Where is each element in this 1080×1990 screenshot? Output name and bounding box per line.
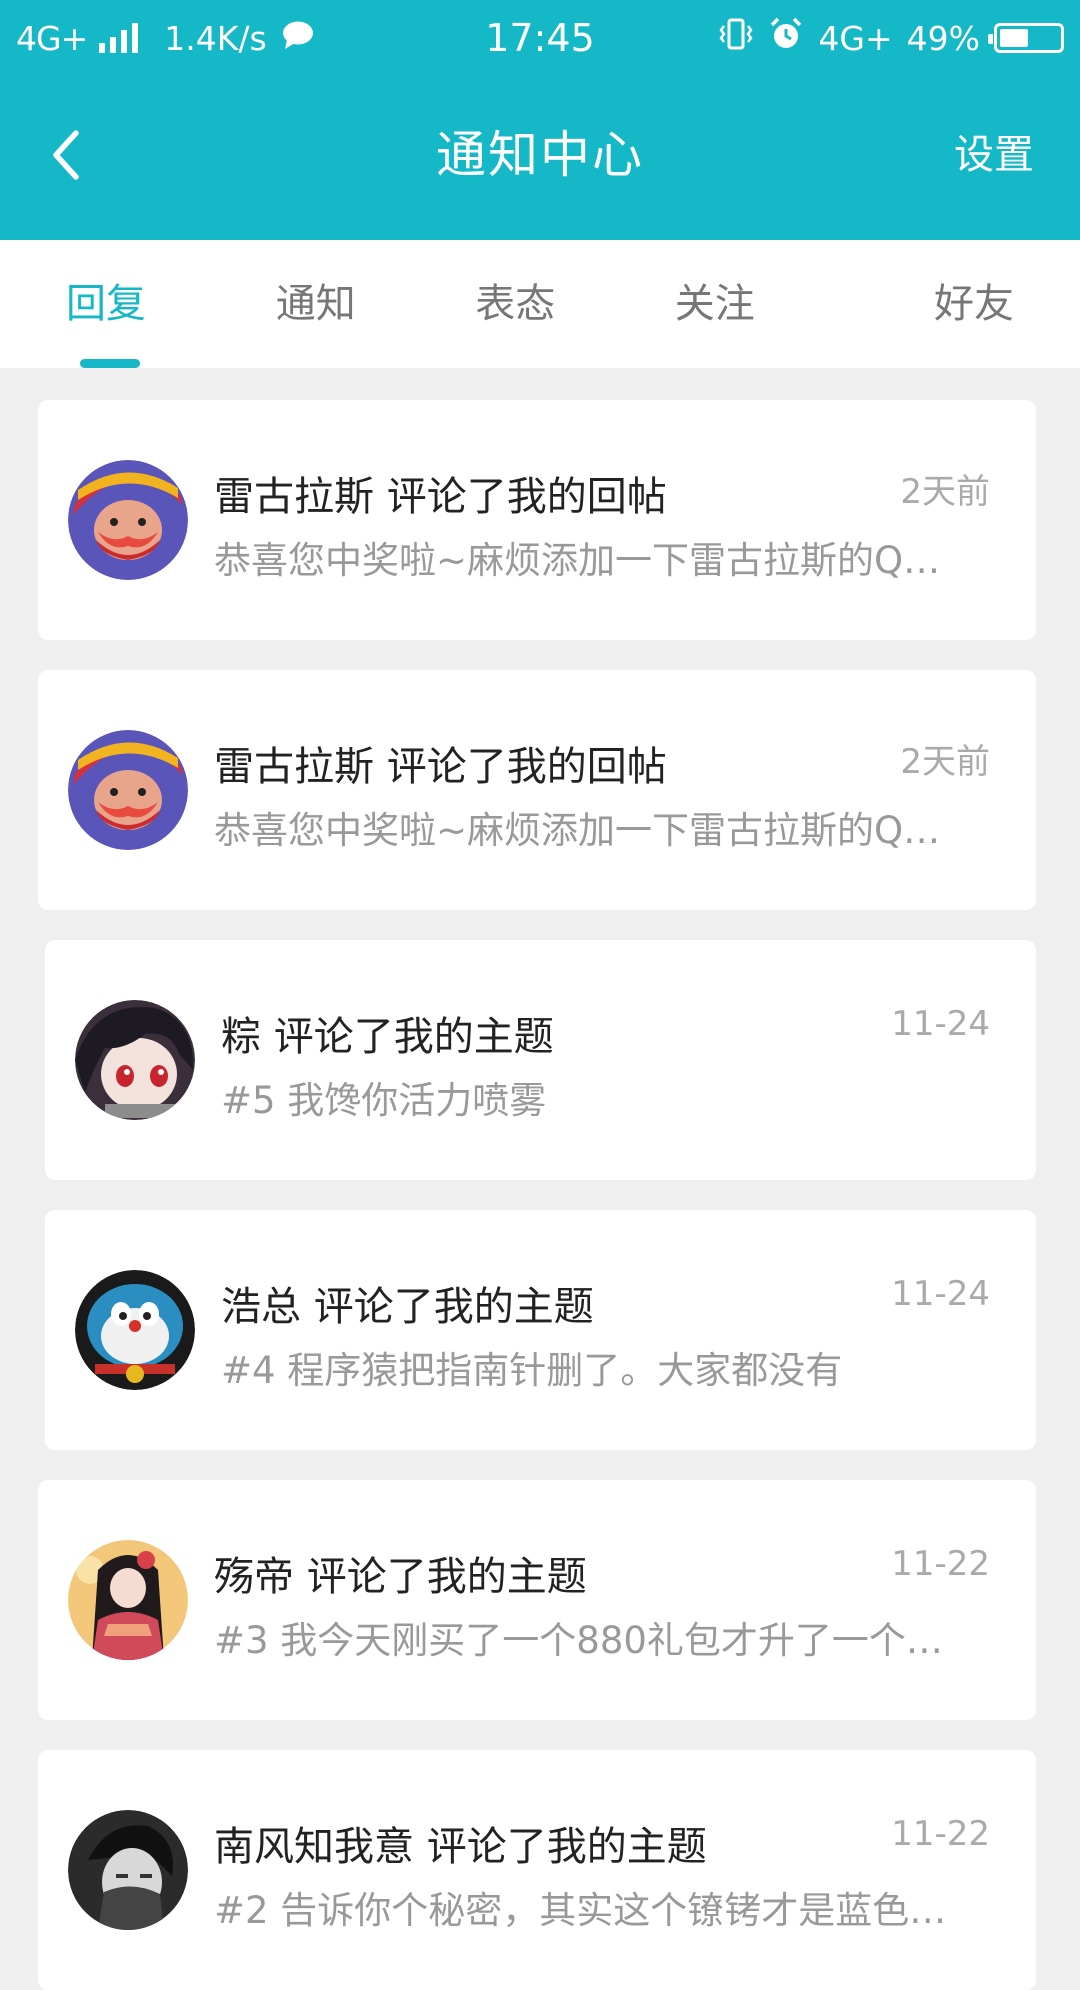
back-button[interactable]: [36, 120, 96, 190]
settings-button[interactable]: 设置: [954, 90, 1034, 220]
notification-preview: 恭喜您中奖啦~麻烦添加一下雷古拉斯的Q…: [214, 530, 1004, 584]
notification-time: 11-24: [891, 1274, 990, 1314]
notification-time: 11-22: [891, 1544, 990, 1584]
notification-preview: #5 我馋你活力喷雾: [221, 1070, 1011, 1124]
blue-cat-avatar[interactable]: [75, 1270, 195, 1390]
notification-title: 殇帝 评论了我的主题: [214, 1544, 587, 1602]
tab-label: 表态: [475, 281, 555, 327]
anime-girl-avatar[interactable]: [75, 1000, 195, 1120]
notification-title: 粽 评论了我的主题: [221, 1004, 554, 1062]
battery-percent: 49%: [907, 19, 980, 58]
tab-label: 好友: [934, 281, 1014, 327]
notification-time: 11-24: [891, 1004, 990, 1044]
notification-title: 南风知我意 评论了我的主题: [214, 1814, 707, 1872]
chevron-left-icon: [46, 127, 86, 183]
status-right: 4G+ 49%: [718, 16, 1064, 60]
bw-portrait-avatar[interactable]: [68, 1810, 188, 1930]
alarm-icon: [768, 16, 804, 60]
tab-replies[interactable]: 回复: [0, 240, 216, 368]
vibrate-icon: [718, 17, 754, 59]
tab-reactions[interactable]: 表态: [416, 240, 616, 368]
tab-bar: 回复 通知 表态 关注 好友: [0, 240, 1080, 368]
notification-title: 浩总 评论了我的主题: [221, 1274, 594, 1332]
app-header: 4G+ 1.4K/s 17:45 4G+ 49%: [0, 0, 1080, 240]
notification-card[interactable]: 南风知我意 评论了我的主题 11-22 #2 告诉你个秘密，其实这个镣铐才是蓝色…: [38, 1750, 1036, 1990]
tab-label: 关注: [675, 281, 755, 327]
notification-time: 2天前: [900, 464, 990, 513]
tab-label: 通知: [276, 281, 356, 327]
tab-notices[interactable]: 通知: [216, 240, 416, 368]
page-title: 通知中心: [0, 90, 1080, 220]
notification-preview: #3 我今天刚买了一个880礼包才升了一个…: [214, 1610, 1004, 1664]
kimono-girl-avatar[interactable]: [68, 1540, 188, 1660]
notification-time: 2天前: [900, 734, 990, 783]
active-tab-indicator: [80, 359, 140, 368]
notification-title: 雷古拉斯 评论了我的回帖: [214, 464, 667, 522]
tab-friends[interactable]: 好友: [815, 240, 1080, 368]
notification-card[interactable]: 雷古拉斯 评论了我的回帖 2天前 恭喜您中奖啦~麻烦添加一下雷古拉斯的Q…: [38, 670, 1036, 910]
notification-preview: #2 告诉你个秘密，其实这个镣铐才是蓝色…: [214, 1880, 1004, 1934]
network-type-right: 4G+: [818, 19, 892, 58]
notification-preview: #4 程序猿把指南针删了。大家都没有: [221, 1340, 1011, 1394]
notification-title: 雷古拉斯 评论了我的回帖: [214, 734, 667, 792]
notification-time: 11-22: [891, 1814, 990, 1854]
pirate-avatar[interactable]: [68, 730, 188, 850]
title-bar: 通知中心 设置: [0, 90, 1080, 220]
tab-label: 回复: [66, 281, 146, 327]
battery-icon: [994, 23, 1064, 53]
pirate-avatar[interactable]: [68, 460, 188, 580]
notification-card[interactable]: 殇帝 评论了我的主题 11-22 #3 我今天刚买了一个880礼包才升了一个…: [38, 1480, 1036, 1720]
notification-card[interactable]: 浩总 评论了我的主题 11-24 #4 程序猿把指南针删了。大家都没有: [45, 1210, 1036, 1450]
notification-card[interactable]: 雷古拉斯 评论了我的回帖 2天前 恭喜您中奖啦~麻烦添加一下雷古拉斯的Q…: [38, 400, 1036, 640]
notification-card[interactable]: 粽 评论了我的主题 11-24 #5 我馋你活力喷雾: [45, 940, 1036, 1180]
status-bar: 4G+ 1.4K/s 17:45 4G+ 49%: [0, 0, 1080, 76]
tab-following[interactable]: 关注: [615, 240, 815, 368]
notification-preview: 恭喜您中奖啦~麻烦添加一下雷古拉斯的Q…: [214, 800, 1004, 854]
